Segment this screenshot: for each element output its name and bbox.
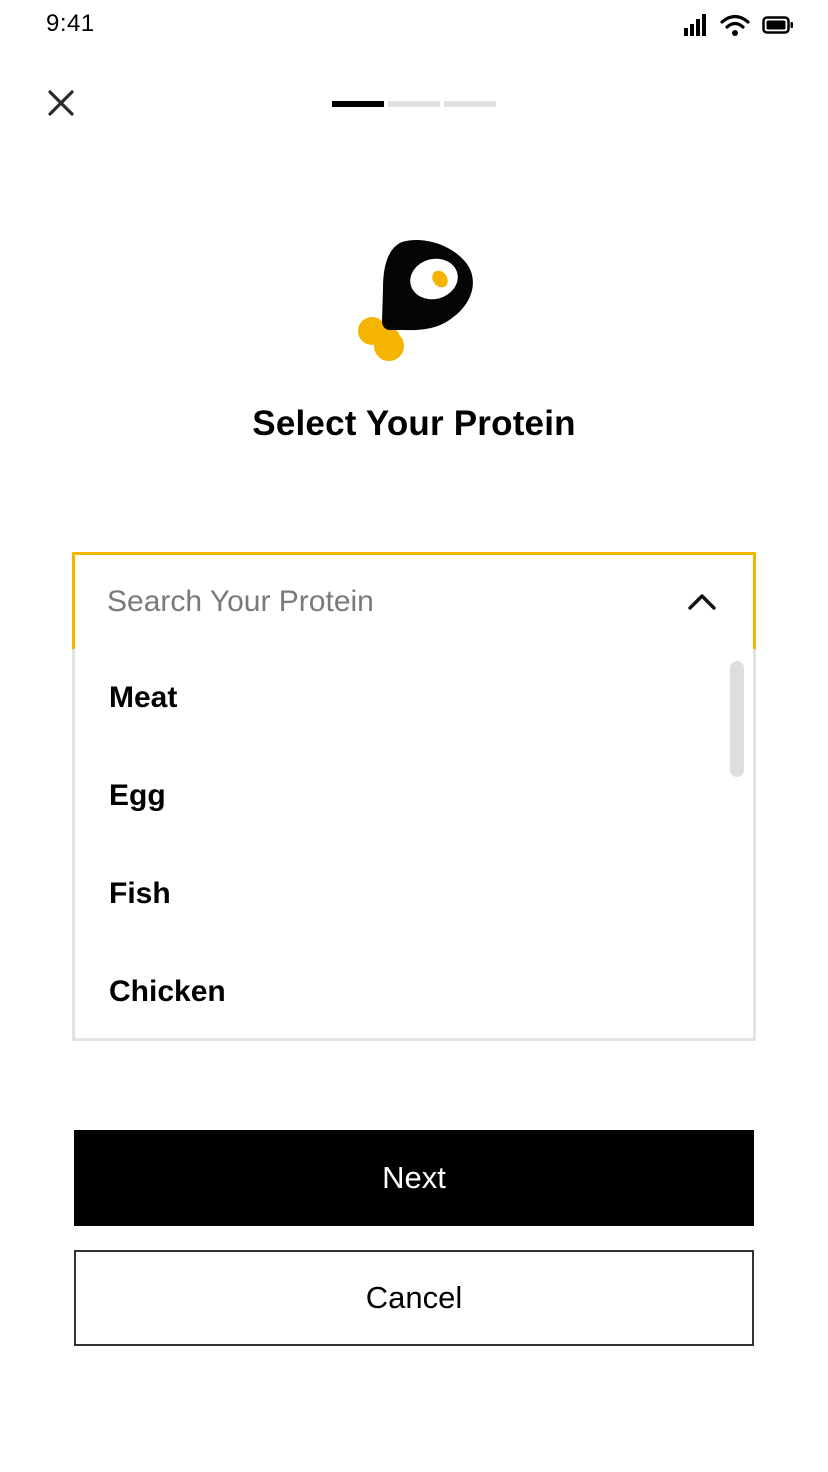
close-button[interactable]: [44, 86, 78, 120]
signal-icon: [684, 14, 706, 36]
list-item-fish[interactable]: Fish: [109, 877, 171, 911]
cancel-button[interactable]: Cancel: [74, 1250, 754, 1346]
list-item-meat[interactable]: Meat: [109, 681, 177, 715]
step-indicator-2: [388, 101, 440, 107]
list-item-chicken[interactable]: Chicken: [109, 975, 226, 1009]
protein-search-input[interactable]: [107, 555, 667, 649]
protein-options-list[interactable]: Meat Egg Fish Chicken: [72, 649, 756, 1041]
chevron-up-icon[interactable]: [687, 591, 717, 611]
scrollbar-thumb[interactable]: [730, 661, 744, 777]
step-indicator-1: [332, 101, 384, 107]
meat-drumstick-icon: [358, 240, 473, 361]
protein-search-combobox[interactable]: [72, 552, 756, 652]
wifi-icon: [720, 14, 750, 36]
close-icon: [48, 90, 74, 116]
next-button[interactable]: Next: [74, 1130, 754, 1226]
status-time: 9:41: [46, 10, 95, 37]
list-item-egg[interactable]: Egg: [109, 779, 166, 813]
progress-steps: [332, 101, 496, 107]
status-icons: [684, 14, 794, 36]
status-bar: 9:41: [0, 0, 828, 50]
page-title: Select Your Protein: [252, 404, 576, 443]
battery-icon: [762, 16, 793, 34]
step-indicator-3: [444, 101, 496, 107]
